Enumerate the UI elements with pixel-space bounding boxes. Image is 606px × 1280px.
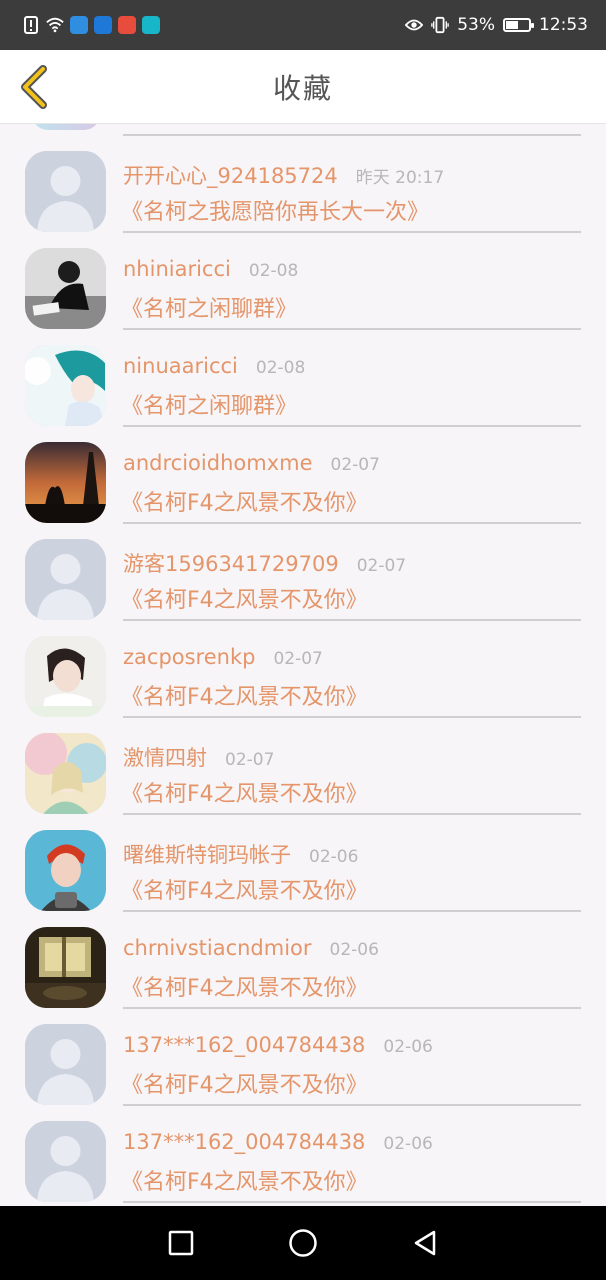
avatar[interactable] [25,830,106,911]
page-title: 收藏 [272,71,333,105]
avatar[interactable] [25,636,106,717]
list-item[interactable]: chrnivstiacndmior 02-06 《名柯F4之风景不及你》 [0,912,606,1009]
square-icon [168,1230,194,1256]
battery-icon [503,18,534,32]
divider [123,1201,581,1203]
favorite-time: 02-07 [330,455,380,475]
list-item[interactable]: zacposrenkp 02-07 《名柯F4之风景不及你》 [0,621,606,718]
system-nav-bar [0,1206,606,1280]
name-line: ninuaaricci 02-08 [123,354,305,378]
user-name[interactable]: 137***162_004784438 [123,1033,365,1057]
avatar[interactable] [25,442,106,523]
name-line: 137***162_004784438 02-06 [123,1033,433,1057]
user-name[interactable]: 开开心心_924185724 [123,160,338,190]
user-name[interactable]: 曙维斯特铜玛帐子 [123,839,291,869]
list-item-partial[interactable] [0,124,606,136]
list-item[interactable]: ninuaaricci 02-08 《名柯之闲聊群》 [0,330,606,427]
list-item[interactable]: 游客1596341729709 02-07 《名柯F4之风景不及你》 [0,524,606,621]
name-line: 激情四射 02-07 [123,742,274,772]
user-name[interactable]: zacposrenkp [123,645,255,669]
triangle-back-icon [414,1230,436,1256]
group-title-link[interactable]: 《名柯F4之风景不及你》 [121,582,368,614]
favorite-time: 02-07 [273,649,323,669]
status-right: 53% 12:53 [405,15,588,35]
user-name[interactable]: ninuaaricci [123,354,238,378]
group-title-link[interactable]: 《名柯F4之风景不及你》 [121,485,368,517]
security-app-icon [118,16,136,34]
name-line: andrcioidhomxme 02-07 [123,451,380,475]
name-line: 137***162_004784438 02-06 [123,1130,433,1154]
user-name[interactable]: 激情四射 [123,742,207,772]
nav-back-button[interactable] [405,1223,445,1263]
favorite-time: 02-08 [255,358,306,378]
name-line: nhiniaricci 02-08 [123,257,298,281]
name-line: 开开心心_924185724 昨天 20:17 [123,160,444,190]
battery-percent: 53% [457,15,495,35]
wifi-icon [46,16,64,34]
user-name[interactable]: 游客1596341729709 [123,548,339,578]
vibrate-icon [431,16,449,34]
avatar[interactable] [25,151,106,232]
chevron-left-icon [21,65,47,109]
avatar[interactable] [25,733,106,814]
group-title-link[interactable]: 《名柯F4之风景不及你》 [121,873,368,905]
list-item[interactable]: 137***162_004784438 02-06 《名柯F4之风景不及你》 [0,1106,606,1203]
group-title-link[interactable]: 《名柯F4之风景不及你》 [121,679,368,711]
avatar[interactable] [25,1024,106,1105]
home-button[interactable] [283,1223,323,1263]
avatar[interactable] [25,927,106,1008]
avatar[interactable] [25,345,106,426]
list-item[interactable]: andrcioidhomxme 02-07 《名柯F4之风景不及你》 [0,427,606,524]
name-line: 曙维斯特铜玛帐子 02-06 [123,839,358,869]
favorites-list[interactable]: 开开心心_924185724 昨天 20:17 《名柯之我愿陪你再长大一次》 nhin… [0,124,606,1206]
favorite-time: 昨天 20:17 [355,168,445,188]
avatar[interactable] [25,248,106,329]
group-title-link[interactable]: 《名柯F4之风景不及你》 [121,1164,368,1196]
avatar[interactable] [25,539,106,620]
user-name[interactable]: nhiniaricci [123,257,231,281]
alert-icon [22,16,40,34]
avatar [32,124,100,130]
favorite-time: 02-06 [309,847,359,867]
eye-icon [405,16,424,34]
favorite-time: 02-08 [248,261,299,281]
list-item[interactable]: 激情四射 02-07 《名柯F4之风景不及你》 [0,718,606,815]
group-title-link[interactable]: 《名柯之闲聊群》 [121,291,297,323]
status-bar: 53% 12:53 [0,0,606,50]
list-item[interactable]: 曙维斯特铜玛帐子 02-06 《名柯F4之风景不及你》 [0,815,606,912]
clock: 12:53 [539,15,588,35]
browser-app-icon [70,16,88,34]
favorite-time: 02-07 [356,556,407,576]
group-title-link[interactable]: 《名柯之我愿陪你再长大一次》 [121,194,429,226]
list-item[interactable]: nhiniaricci 02-08 《名柯之闲聊群》 [0,233,606,330]
user-name[interactable]: chrnivstiacndmior [123,936,312,960]
avatar[interactable] [25,1121,106,1202]
favorite-time: 02-07 [225,750,275,770]
name-line: 游客1596341729709 02-07 [123,548,406,578]
favorite-time: 02-06 [383,1134,433,1154]
group-title-link[interactable]: 《名柯F4之风景不及你》 [121,1067,368,1099]
back-button[interactable] [14,64,54,110]
circle-icon [289,1229,317,1257]
favorite-time: 02-06 [383,1037,433,1057]
list-item[interactable]: 137***162_004784438 02-06 《名柯F4之风景不及你》 [0,1009,606,1106]
battery-level-fill [506,21,518,29]
header: 收藏 [0,50,606,124]
favorite-time: 02-06 [329,940,379,960]
zhihu-app-icon [94,16,112,34]
list-item[interactable]: 开开心心_924185724 昨天 20:17 《名柯之我愿陪你再长大一次》 [0,136,606,233]
name-line: chrnivstiacndmior 02-06 [123,936,379,960]
reader-app-icon [142,16,160,34]
status-left [22,16,160,34]
name-line: zacposrenkp 02-07 [123,645,323,669]
recent-apps-button[interactable] [161,1223,201,1263]
group-title-link[interactable]: 《名柯F4之风景不及你》 [121,776,368,808]
user-name[interactable]: 137***162_004784438 [123,1130,365,1154]
group-title-link[interactable]: 《名柯之闲聊群》 [121,388,297,420]
user-name[interactable]: andrcioidhomxme [123,451,313,475]
group-title-link[interactable]: 《名柯F4之风景不及你》 [121,970,368,1002]
